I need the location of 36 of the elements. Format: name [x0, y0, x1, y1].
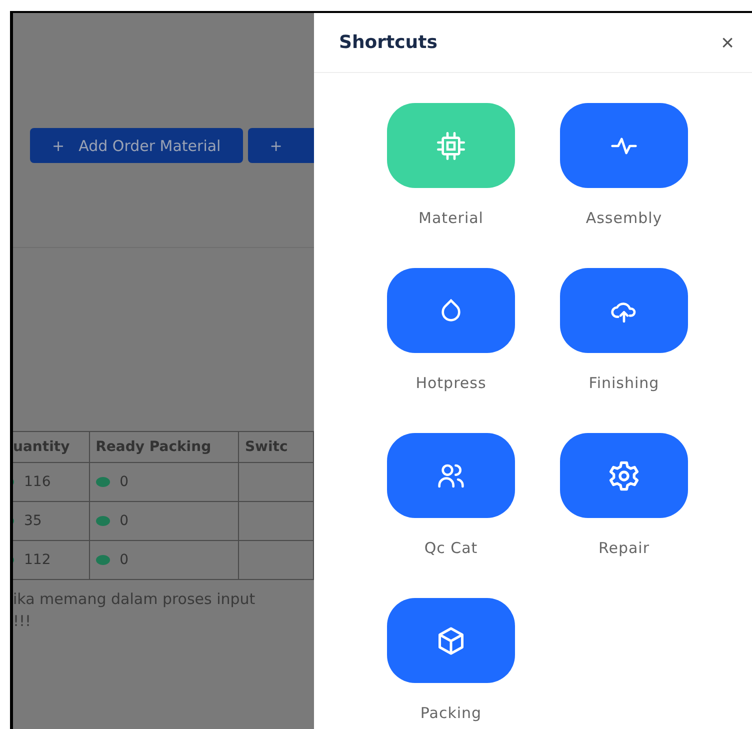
shortcut-label: Hotpress [416, 374, 486, 392]
settings-icon [608, 460, 640, 492]
box-icon [436, 626, 466, 656]
chip-icon [437, 132, 465, 160]
shortcut-tile[interactable] [387, 268, 515, 353]
shortcut-label: Qc Cat [424, 539, 478, 557]
shortcut-label: Finishing [588, 374, 660, 392]
shortcut-label: Repair [598, 539, 650, 557]
shortcut-label: Assembly [586, 209, 662, 227]
add-button[interactable]: + [248, 128, 314, 163]
table-cell: 0 [120, 552, 129, 568]
column-header: Ready Packing [89, 432, 238, 462]
column-header: Switc [238, 432, 314, 462]
note-text: ika memang dalam proses input [13, 589, 256, 610]
table-cell: 0 [120, 512, 129, 528]
panel-title: Shortcuts [339, 32, 438, 53]
table-cell: 35 [24, 512, 42, 528]
shortcut-tile[interactable] [387, 103, 515, 188]
shortcut-label: Material [418, 209, 484, 227]
shortcut-tile[interactable] [560, 103, 688, 188]
close-button[interactable]: × [717, 30, 738, 56]
shortcut-tile[interactable] [387, 598, 515, 683]
status-dot-icon [96, 516, 110, 526]
shortcut-tile[interactable] [387, 433, 515, 518]
shortcut-tile[interactable] [560, 433, 688, 518]
column-header: uantity [13, 432, 90, 462]
status-dot-icon [96, 476, 110, 486]
add-button[interactable]: + Add Order Material [30, 128, 243, 163]
shortcut-tile[interactable] [560, 268, 688, 353]
table-cell: 0 [120, 474, 129, 490]
shortcut-label: Packing [420, 704, 482, 722]
note-text: !!! [13, 611, 32, 632]
status-dot-icon [96, 554, 110, 564]
table-cell: 112 [24, 552, 51, 568]
users-icon [435, 462, 467, 490]
table-cell: 116 [24, 474, 51, 490]
